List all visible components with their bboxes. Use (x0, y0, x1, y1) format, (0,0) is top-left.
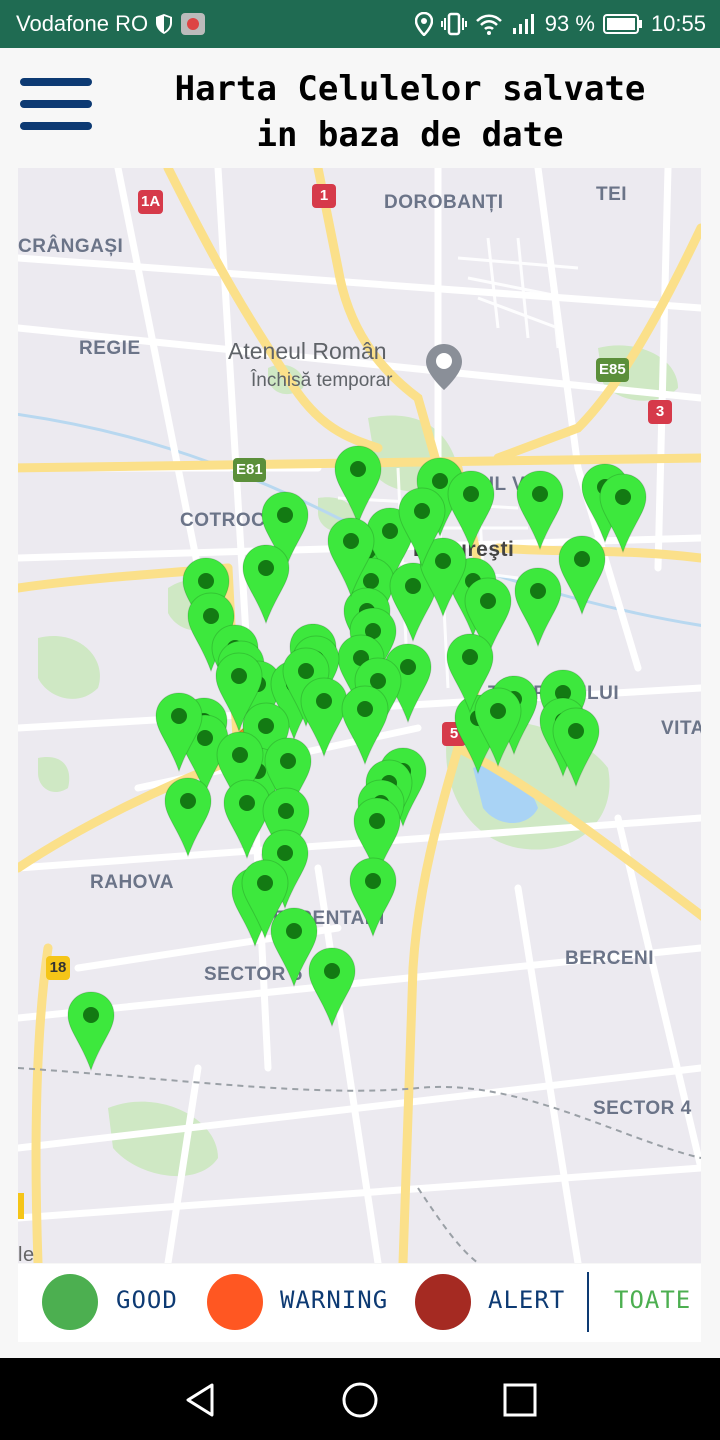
battery-percent: 93 % (544, 11, 595, 36)
good-cell-marker[interactable] (326, 516, 376, 598)
road-shield-1: 1 (312, 184, 336, 208)
wifi-icon (475, 14, 502, 35)
battery-icon (602, 14, 642, 34)
good-cell-marker[interactable] (557, 534, 607, 616)
road-shield-e81: E81 (233, 458, 266, 482)
shield-icon (156, 14, 173, 34)
status-bar: Vodafone RO 93 % 10:55 (0, 0, 720, 48)
good-cell-marker[interactable] (307, 946, 357, 1028)
road-shield-e85: E85 (596, 358, 629, 382)
map-label-berceni: BERCENI (565, 948, 655, 969)
warning-label[interactable]: WARNING (280, 1286, 388, 1314)
warning-status-dot[interactable] (207, 1274, 263, 1330)
title-line-1: Harta Celulelor salvate (174, 69, 646, 109)
map-view[interactable]: DOROBANȚI TEI CRÂNGAȘI REGIE Ateneul Rom… (18, 168, 701, 1263)
show-all-button[interactable]: TOATE (614, 1286, 691, 1314)
location-icon (414, 12, 433, 36)
map-label-rahova: RAHOVA (90, 872, 174, 893)
carrier-name: Vodafone RO (16, 11, 149, 36)
good-cell-marker[interactable] (154, 691, 204, 773)
home-circle-icon[interactable] (340, 1380, 380, 1420)
app-bar: Harta Celulelor salvate in baza de date (0, 48, 720, 166)
good-cell-marker[interactable] (66, 990, 116, 1072)
title-line-2: in baza de date (256, 115, 564, 155)
vibrate-icon (440, 12, 467, 36)
status-legend: GOOD WARNING ALERT TOATE (18, 1264, 701, 1342)
good-cell-marker[interactable] (397, 486, 447, 568)
system-nav-bar (0, 1358, 720, 1440)
map-label-vitan: VITA (661, 718, 701, 739)
map-label-ateneul: Ateneul Român (228, 338, 387, 364)
page-title: Harta Celulelor salvate in baza de date (130, 66, 690, 158)
road-shield-18: 18 (46, 956, 70, 980)
alert-status-dot[interactable] (415, 1274, 471, 1330)
good-cell-marker[interactable] (513, 566, 563, 648)
map-label-crangasi: CRÂNGAȘI (18, 236, 124, 257)
good-cell-marker[interactable] (551, 706, 601, 788)
good-cell-marker[interactable] (241, 543, 291, 625)
map-label-inchisa: Închisă temporar (251, 370, 393, 391)
alert-label[interactable]: ALERT (488, 1286, 565, 1314)
map-label-tei: TEI (596, 184, 628, 205)
good-cell-marker[interactable] (163, 776, 213, 858)
good-label[interactable]: GOOD (116, 1286, 178, 1314)
map-label-sector4: SECTOR 4 (593, 1098, 692, 1119)
back-triangle-icon[interactable] (180, 1380, 220, 1420)
signal-icon (512, 14, 534, 34)
google-logo: le (18, 1244, 35, 1263)
map-label-dorobanti: DOROBANȚI (384, 192, 504, 213)
recents-square-icon[interactable] (500, 1380, 540, 1420)
clock-time: 10:55 (650, 11, 706, 36)
road-shield-3: 3 (648, 400, 672, 424)
good-cell-marker[interactable] (445, 632, 495, 714)
road-shield-1a: 1A (138, 190, 164, 214)
map-label-regie: REGIE (79, 338, 141, 359)
good-cell-marker[interactable] (348, 856, 398, 938)
good-status-dot[interactable] (42, 1274, 98, 1330)
hamburger-menu-icon[interactable] (20, 78, 92, 130)
legend-divider (587, 1272, 589, 1332)
huawei-app-icon (181, 13, 206, 35)
